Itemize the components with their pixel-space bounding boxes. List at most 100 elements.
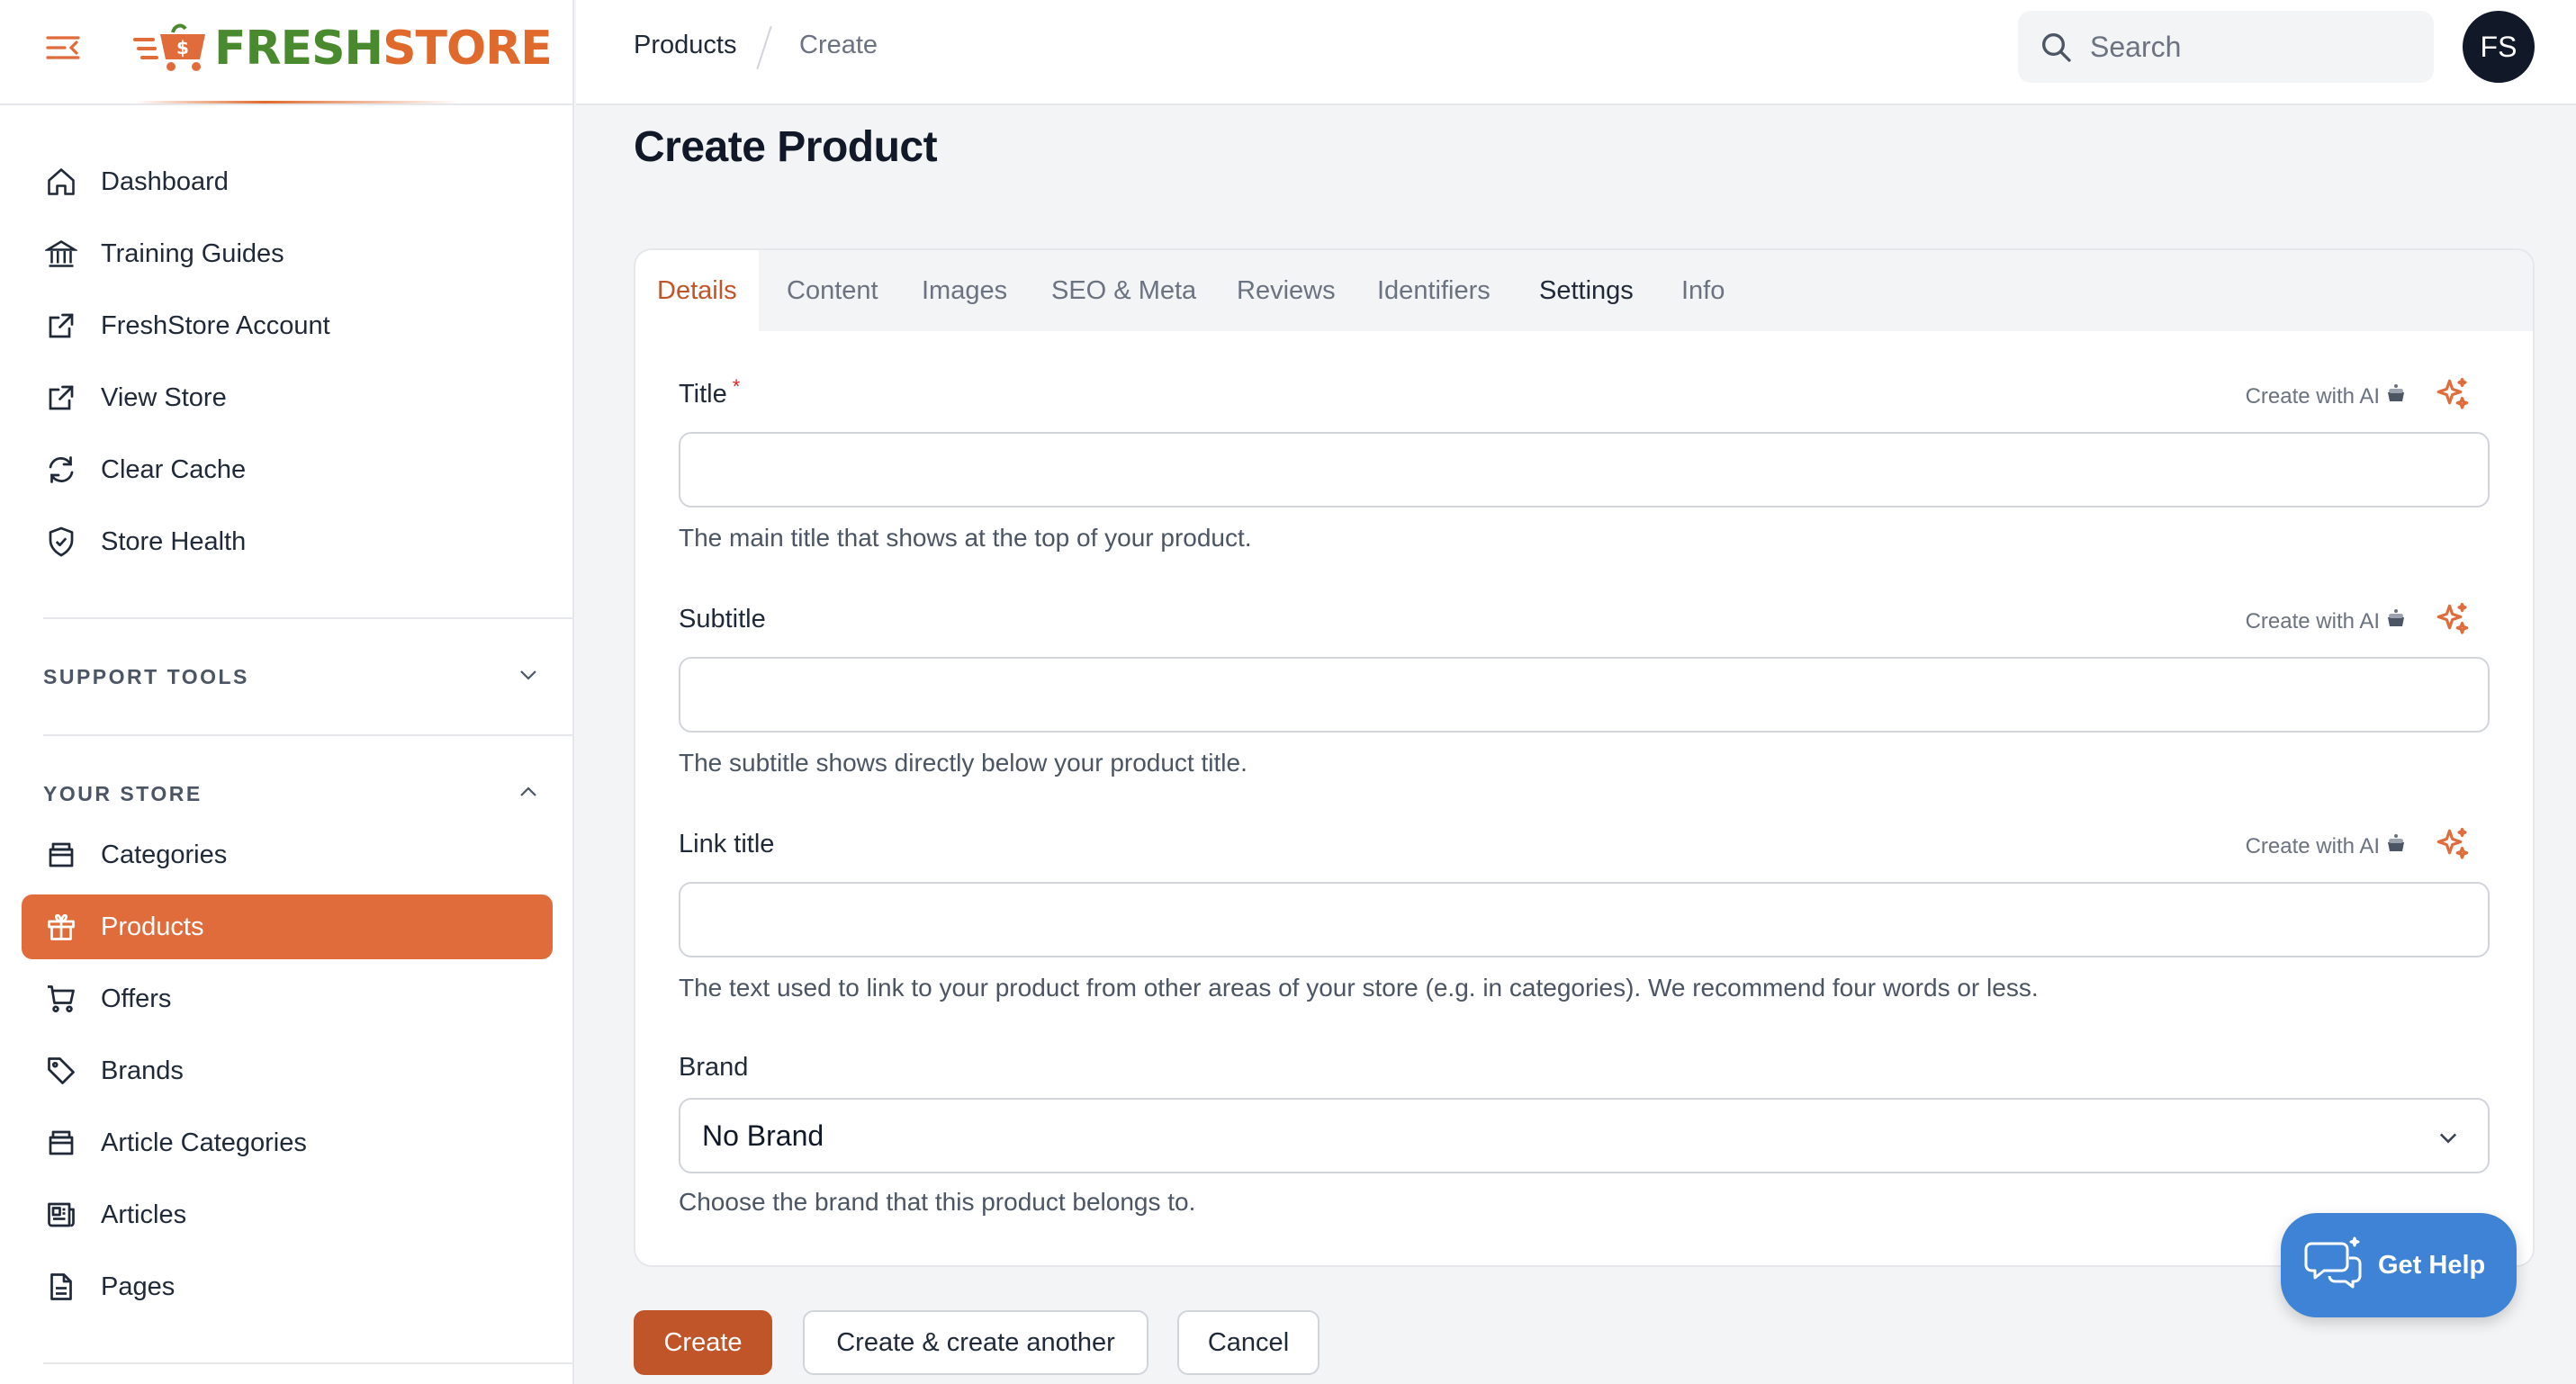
sidebar-header: $ FRESHSTORE [0,0,572,105]
link-title-input[interactable] [679,882,2490,957]
chevron-up-icon [518,786,538,803]
tab-identifiers[interactable]: Identifiers [1356,250,1512,331]
sidebar-item-store-health[interactable]: Store Health [22,509,553,574]
group-your-store[interactable]: YOUR STORE [43,776,538,812]
sidebar-divider [43,617,574,619]
building-columns-icon [43,236,79,272]
sparkles-icon[interactable] [2434,601,2472,639]
refresh-icon [43,452,79,488]
shield-check-icon [43,524,79,560]
subtitle-input[interactable] [679,657,2490,732]
sidebar-item-label: Dashboard [101,166,229,196]
sidebar-item-label: Clear Cache [101,454,247,484]
title-hint: The main title that shows at the top of … [679,524,1252,552]
sidebar-item-clear-cache[interactable]: Clear Cache [22,437,553,502]
create-another-button[interactable]: Create & create another [803,1310,1148,1375]
cancel-button[interactable]: Cancel [1177,1310,1320,1375]
delivery-cart-icon: $ [133,23,205,71]
create-with-ai-link[interactable]: Create with AI [2246,833,2407,859]
logo-underline [135,101,459,103]
brand-label: Brand [679,1053,749,1082]
sidebar-divider [43,734,574,736]
sidebar-item-offers[interactable]: Offers [22,966,553,1031]
title-label-text: Title [679,380,727,409]
group-support-tools[interactable]: SUPPORT TOOLS [43,659,538,695]
document-icon [43,1269,79,1305]
external-link-icon [43,380,79,416]
create-button[interactable]: Create [634,1310,772,1375]
svg-text:$: $ [176,37,189,58]
brand-select[interactable]: No Brand [679,1098,2490,1173]
sidebar-item-label: Categories [101,840,228,869]
create-with-ai-link[interactable]: Create with AI [2246,608,2407,634]
sidebar-item-label: Articles [101,1200,187,1229]
sidebar-item-categories[interactable]: Categories [22,822,553,887]
tab-settings[interactable]: Settings [1518,250,1655,331]
newspaper-icon [43,1197,79,1233]
sidebar: $ FRESHSTORE Dashboard Training Guides F… [0,0,574,1384]
get-help-button[interactable]: Get Help [2281,1213,2517,1317]
sidebar-item-pages[interactable]: Pages [22,1254,553,1319]
sidebar-item-label: Store Health [101,526,247,556]
sidebar-item-label: Training Guides [101,238,284,268]
tab-seo-meta[interactable]: SEO & Meta [1030,250,1218,331]
sidebar-item-freshstore-account[interactable]: FreshStore Account [22,293,553,358]
sidebar-item-brands[interactable]: Brands [22,1038,553,1103]
ai-label: Create with AI [2245,833,2380,858]
gift-icon [43,909,79,945]
sparkles-icon[interactable] [2434,376,2472,414]
link-title-label: Link title [679,830,775,858]
home-icon [43,164,79,200]
external-link-icon [43,308,79,344]
sidebar-item-training-guides[interactable]: Training Guides [22,221,553,286]
sparkles-icon[interactable] [2434,826,2472,864]
create-with-ai-link[interactable]: Create with AI [2246,383,2407,409]
robot-icon [2385,608,2407,634]
tab-content[interactable]: Content [765,250,900,331]
product-form-card: Details Content Images SEO & Meta Review… [634,248,2535,1267]
robot-icon [2385,383,2407,409]
ai-label: Create with AI [2245,608,2380,634]
search-input[interactable] [2090,23,2414,70]
brand-hint: Choose the brand that this product belon… [679,1188,1196,1216]
sidebar-item-label: Brands [101,1056,184,1085]
tab-reviews[interactable]: Reviews [1215,250,1357,331]
title-label: Title * [679,375,740,409]
tab-details[interactable]: Details [635,250,759,331]
get-help-label: Get Help [2378,1250,2486,1280]
sidebar-divider [43,1362,574,1364]
breadcrumb-products[interactable]: Products [634,31,736,60]
sidebar-item-dashboard[interactable]: Dashboard [22,149,553,214]
link-title-hint: The text used to link to your product fr… [679,974,2039,1002]
sidebar-item-label: FreshStore Account [101,310,330,340]
title-input[interactable] [679,432,2490,508]
breadcrumb-separator [756,25,772,70]
search-box[interactable] [2018,11,2434,83]
subtitle-hint: The subtitle shows directly below your p… [679,749,1247,777]
subtitle-label: Subtitle [679,605,766,634]
sidebar-item-products[interactable]: Products [22,894,553,959]
ai-label: Create with AI [2245,383,2380,409]
sidebar-item-label: Pages [101,1272,176,1301]
tab-images[interactable]: Images [900,250,1029,331]
avatar[interactable]: FS [2463,11,2535,83]
required-mark: * [732,375,741,398]
collapse-sidebar-icon[interactable] [45,34,81,61]
sidebar-item-label: View Store [101,382,227,412]
archive-box-icon [43,837,79,873]
breadcrumb-create: Create [799,31,878,59]
group-label: YOUR STORE [43,781,203,805]
tab-bar: Details Content Images SEO & Meta Review… [635,250,2533,331]
shopping-cart-icon [43,981,79,1017]
chevron-down-icon [518,669,538,686]
tag-icon [43,1053,79,1089]
sidebar-item-view-store[interactable]: View Store [22,365,553,430]
robot-icon [2385,833,2407,859]
sidebar-item-articles[interactable]: Articles [22,1182,553,1247]
logo-store: STORE [383,22,553,76]
logo-fresh: FRESH [214,22,383,76]
sidebar-item-label: Article Categories [101,1128,307,1157]
sidebar-item-article-categories[interactable]: Article Categories [22,1110,553,1175]
freshstore-logo[interactable]: $ FRESHSTORE [133,22,553,76]
tab-info[interactable]: Info [1660,250,1746,331]
